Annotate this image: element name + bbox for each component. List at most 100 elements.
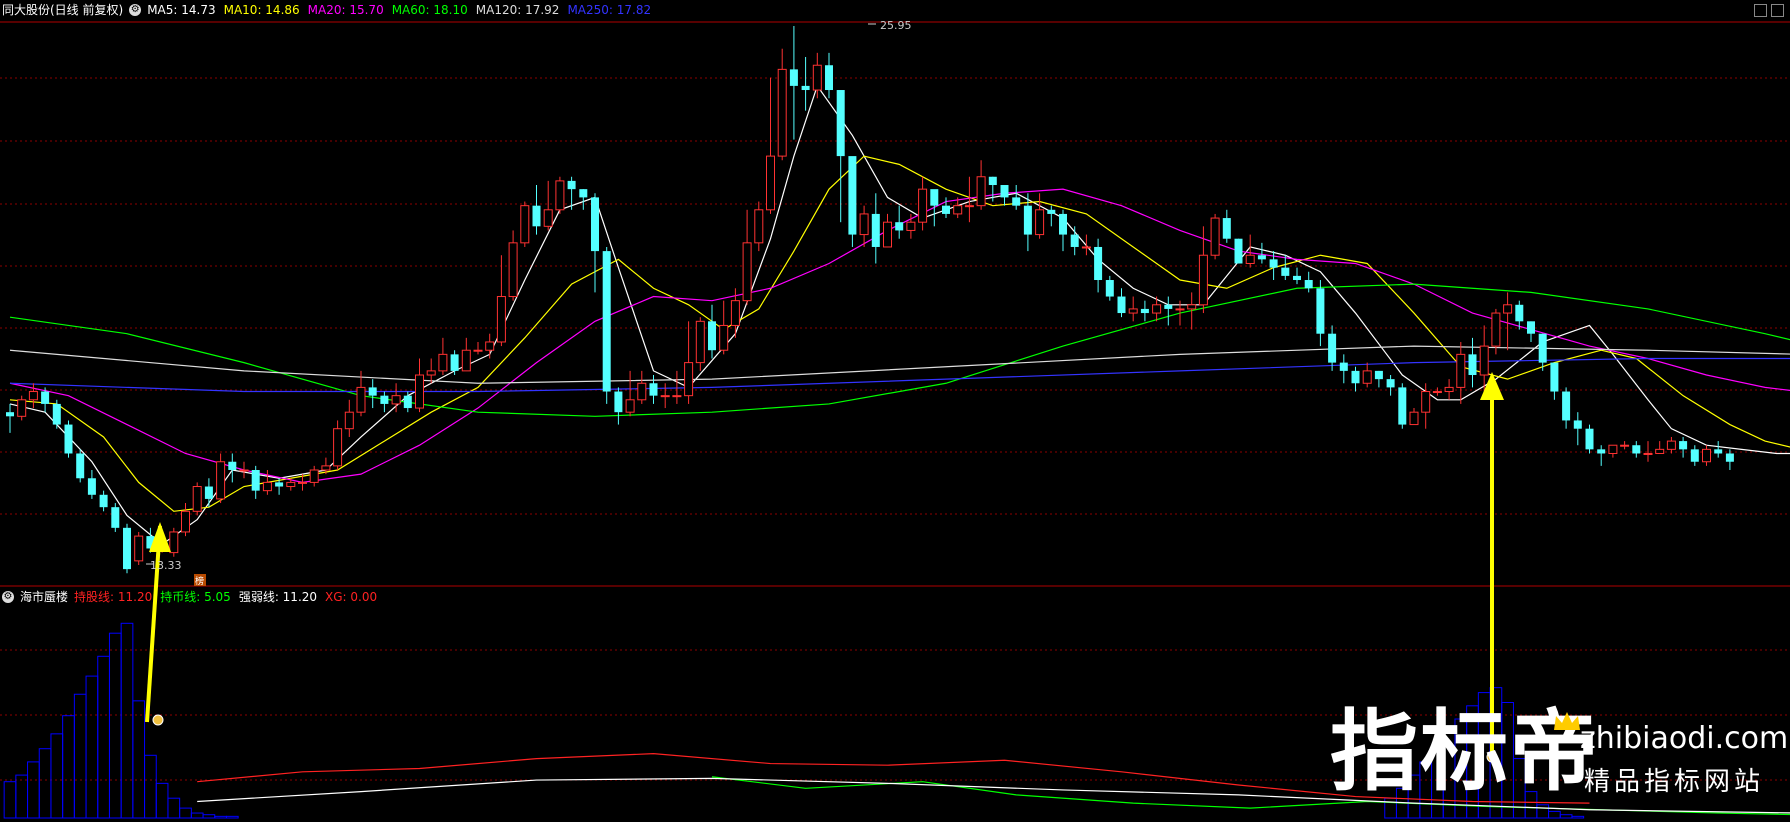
candle-up	[672, 395, 682, 398]
candle-down	[801, 85, 810, 91]
candle-up	[1409, 411, 1419, 426]
candle-up	[28, 391, 38, 401]
candle-up	[1198, 254, 1208, 306]
candle-up	[918, 188, 928, 223]
candle-up	[742, 242, 752, 302]
indicator-title[interactable]: 海市蜃楼	[20, 587, 68, 607]
candlesticks	[6, 26, 1734, 574]
restore-icon[interactable]	[1754, 4, 1767, 17]
candle-up	[508, 242, 518, 298]
indicator-bar	[1559, 814, 1573, 819]
candle-down	[895, 222, 904, 231]
indicator-bar	[1548, 810, 1561, 819]
candle-up	[415, 374, 424, 409]
candle-down	[1328, 333, 1337, 363]
ma-line-ma20	[9, 188, 1790, 484]
candle-down	[1386, 379, 1395, 388]
indicator-gear-icon[interactable]: ⚙	[2, 591, 14, 603]
candle-up	[1702, 448, 1711, 463]
candle-down	[789, 69, 798, 86]
candle-down	[1269, 259, 1278, 268]
kline-chart[interactable]: 25.95 13.33 榜	[0, 0, 1790, 822]
candle-down	[1585, 428, 1594, 450]
candle-down	[1679, 441, 1688, 450]
candle-up	[1655, 448, 1665, 454]
xg-value: XG: 0.00	[325, 590, 378, 604]
candle-up	[344, 411, 354, 430]
ma-line-ma250	[9, 357, 1790, 393]
candle-down	[403, 395, 412, 409]
candle-down	[836, 90, 845, 157]
candle-up	[906, 221, 916, 231]
candle-up	[438, 353, 448, 372]
candle-up	[1608, 444, 1618, 454]
candle-up	[543, 209, 553, 227]
maximize-icon[interactable]	[1771, 4, 1784, 17]
indicator-legend: ⚙ 海市蜃楼 持股线: 11.20 持币线: 5.05 强弱线: 11.20 X…	[2, 587, 385, 607]
indicator-bar	[120, 622, 134, 819]
candle-down	[602, 251, 611, 392]
low-price-label: 13.33	[150, 559, 182, 572]
indicator-bar	[202, 814, 216, 819]
candle-up	[356, 386, 366, 413]
candle-down	[1012, 197, 1021, 206]
grid-lines	[0, 21, 1790, 781]
indicator-bar	[62, 715, 75, 819]
candle-up	[286, 481, 296, 488]
high-price-label: 25.95	[880, 19, 912, 32]
candle-up	[321, 465, 331, 471]
candle-up	[1444, 386, 1454, 393]
candle-up	[859, 213, 869, 236]
candle-up	[660, 395, 670, 398]
candle-down	[591, 197, 599, 252]
candle-down	[1094, 246, 1103, 281]
candle-down	[1550, 362, 1559, 392]
candle-up	[17, 399, 27, 417]
ma10-value: MA10: 14.86	[223, 3, 300, 17]
candle-down	[87, 478, 96, 495]
candle-down	[1597, 449, 1606, 454]
candle-down	[1562, 391, 1571, 421]
candle-up	[298, 481, 307, 484]
candle-down	[1070, 234, 1079, 247]
cash-line-value: 持币线: 5.05	[160, 590, 231, 604]
indicator-bar	[85, 675, 99, 819]
ma5-value: MA5: 14.73	[147, 3, 216, 17]
candle-down	[1234, 238, 1243, 264]
candle-up	[1187, 304, 1197, 310]
candle-up	[1210, 217, 1220, 256]
candle-down	[614, 391, 623, 413]
rank-tag-label: 榜	[195, 575, 204, 587]
candle-up	[473, 349, 483, 352]
indicator-bar	[38, 748, 52, 819]
indicator-bar	[27, 761, 40, 819]
ma-line-ma60	[9, 283, 1790, 417]
candle-up	[964, 205, 974, 208]
candle-up	[309, 469, 319, 483]
candle-up	[239, 469, 249, 472]
candle-up	[1432, 391, 1442, 394]
candle-up	[625, 399, 635, 413]
settings-gear-icon[interactable]: ⚙	[129, 4, 142, 16]
candle-down	[1374, 370, 1383, 380]
candle-up	[754, 209, 764, 244]
ma60-value: MA60: 18.10	[391, 3, 468, 17]
candle-up	[555, 180, 565, 211]
candle-up	[883, 221, 892, 248]
candle-down	[988, 176, 997, 186]
candle-down	[1339, 362, 1348, 371]
candle-up	[1245, 254, 1255, 264]
candle-up	[1421, 391, 1431, 413]
candle-up	[1479, 345, 1489, 376]
candle-up	[1491, 312, 1501, 347]
candle-up	[496, 296, 506, 343]
indicator-bar	[155, 782, 169, 819]
indicator-bar	[1571, 815, 1585, 819]
candle-up	[1035, 209, 1045, 236]
indicator-bar	[179, 807, 192, 819]
candle-up	[192, 486, 202, 512]
candle-up	[262, 481, 272, 492]
ma120-value: MA120: 17.92	[475, 3, 560, 17]
stock-title[interactable]: 同大股份(日线 前复权)	[2, 0, 123, 20]
candle-down	[1023, 205, 1032, 235]
